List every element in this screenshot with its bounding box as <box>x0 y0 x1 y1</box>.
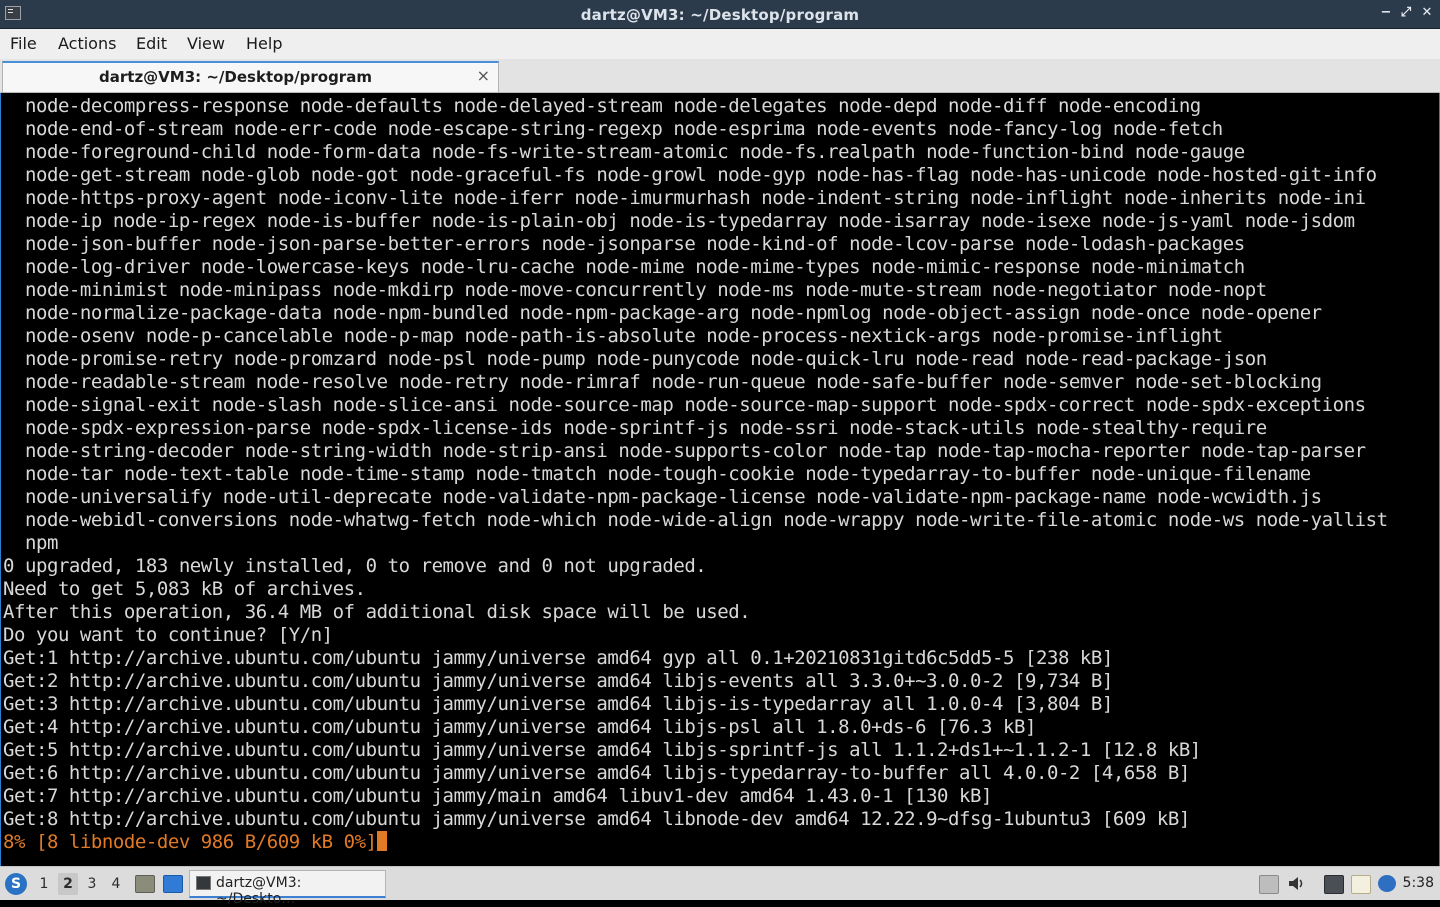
terminal-line: Get:3 http://archive.ubuntu.com/ubuntu j… <box>3 693 1113 715</box>
workspace-2[interactable]: 2 <box>58 873 78 895</box>
volume-icon[interactable] <box>1287 875 1305 892</box>
minimize-icon[interactable]: − <box>1377 4 1395 22</box>
terminal-line: node-json-buffer node-json-parse-better-… <box>3 233 1245 255</box>
terminal-line: node-log-driver node-lowercase-keys node… <box>3 256 1245 278</box>
terminal-line: node-osenv node-p-cancelable node-p-map … <box>3 325 1223 347</box>
workspace-3[interactable]: 3 <box>82 873 102 895</box>
terminal-line: Get:1 http://archive.ubuntu.com/ubuntu j… <box>3 647 1113 669</box>
task-label: dartz@VM3: ~/Deskto… <box>216 875 302 907</box>
terminal-line: node-universalify node-util-deprecate no… <box>3 486 1322 508</box>
terminal-line: node-spdx-expression-parse node-spdx-lic… <box>3 417 1267 439</box>
terminal-line: node-end-of-stream node-err-code node-es… <box>3 118 1223 140</box>
terminal-line: Get:2 http://archive.ubuntu.com/ubuntu j… <box>3 670 1113 692</box>
menu-file[interactable]: File <box>10 34 37 53</box>
terminal-line: Need to get 5,083 kB of archives. <box>3 578 366 600</box>
terminal-output[interactable]: node-decompress-response node-defaults n… <box>0 93 1440 866</box>
workspace-4[interactable]: 4 <box>106 873 126 895</box>
window-title: dartz@VM3: ~/Desktop/program <box>580 6 860 24</box>
taskbar: S 1 2 3 4 dartz@VM3: ~/Deskto… 5:38 <box>0 866 1440 907</box>
terminal-task-icon <box>196 876 211 890</box>
terminal-line: Get:7 http://archive.ubuntu.com/ubuntu j… <box>3 785 993 807</box>
close-icon[interactable]: ✕ <box>1418 4 1436 22</box>
menu-edit[interactable]: Edit <box>136 34 167 53</box>
tab-terminal-session[interactable]: dartz@VM3: ~/Desktop/program × <box>2 61 499 92</box>
tab-close-icon[interactable]: × <box>477 66 490 85</box>
show-desktop-icon[interactable] <box>163 875 183 893</box>
menu-bar: File Actions Edit View Help <box>0 29 1440 59</box>
terminal-cursor <box>376 831 387 851</box>
workspace-1[interactable]: 1 <box>34 873 54 895</box>
network-icon[interactable] <box>1324 875 1344 894</box>
menu-view[interactable]: View <box>187 34 225 53</box>
terminal-line: 0 upgraded, 183 newly installed, 0 to re… <box>3 555 707 577</box>
terminal-line: node-https-proxy-agent node-iconv-lite n… <box>3 187 1366 209</box>
terminal-line: node-tar node-text-table node-time-stamp… <box>3 463 1311 485</box>
terminal-line: node-readable-stream node-resolve node-r… <box>3 371 1322 393</box>
terminal-progress-line: 8% [8 libnode-dev 986 B/609 kB 0%] <box>3 831 1439 854</box>
terminal-line: node-string-decoder node-string-width no… <box>3 440 1366 462</box>
terminal-line: node-get-stream node-glob node-got node-… <box>3 164 1377 186</box>
clock[interactable]: 5:38 <box>1403 875 1434 891</box>
tab-label: dartz@VM3: ~/Desktop/program <box>99 68 372 86</box>
terminal-line: node-signal-exit node-slash node-slice-a… <box>3 394 1366 416</box>
terminal-line: Get:6 http://archive.ubuntu.com/ubuntu j… <box>3 762 1190 784</box>
terminal-line: node-decompress-response node-defaults n… <box>3 95 1201 117</box>
terminal-line: node-normalize-package-data node-npm-bun… <box>3 302 1322 324</box>
tray-app-icon[interactable] <box>1259 875 1279 894</box>
progress-text: 8% [8 libnode-dev 986 B/609 kB 0%] <box>3 831 377 853</box>
terminal-line: Do you want to continue? [Y/n] <box>3 624 333 646</box>
menu-actions[interactable]: Actions <box>58 34 116 53</box>
lubuntu-logo-icon[interactable]: S <box>5 873 27 895</box>
taskbar-window-terminal[interactable]: dartz@VM3: ~/Deskto… <box>189 870 386 907</box>
terminal-line: node-ip node-ip-regex node-is-buffer nod… <box>3 210 1355 232</box>
terminal-text: node-decompress-response node-defaults n… <box>1 93 1439 854</box>
terminal-line: Get:5 http://archive.ubuntu.com/ubuntu j… <box>3 739 1201 761</box>
terminal-line: node-promise-retry node-promzard node-ps… <box>3 348 1267 370</box>
terminal-line: Get:8 http://archive.ubuntu.com/ubuntu j… <box>3 808 1190 830</box>
terminal-line: npm <box>3 532 58 554</box>
folder-icon[interactable] <box>135 875 155 893</box>
menu-help[interactable]: Help <box>246 34 282 53</box>
terminal-line: Get:4 http://archive.ubuntu.com/ubuntu j… <box>3 716 1036 738</box>
tab-bar: dartz@VM3: ~/Desktop/program × <box>0 59 1440 93</box>
window-titlebar[interactable]: dartz@VM3: ~/Desktop/program − ⤢ ✕ <box>0 0 1440 29</box>
terminal-line: node-webidl-conversions node-whatwg-fetc… <box>3 509 1388 531</box>
clipboard-icon[interactable] <box>1351 875 1371 894</box>
terminal-line: node-minimist node-minipass node-mkdirp … <box>3 279 1267 301</box>
terminal-line: node-foreground-child node-form-data nod… <box>3 141 1245 163</box>
notification-icon[interactable] <box>1378 875 1396 892</box>
maximize-icon[interactable]: ⤢ <box>1397 4 1415 22</box>
terminal-line: After this operation, 36.4 MB of additio… <box>3 601 751 623</box>
